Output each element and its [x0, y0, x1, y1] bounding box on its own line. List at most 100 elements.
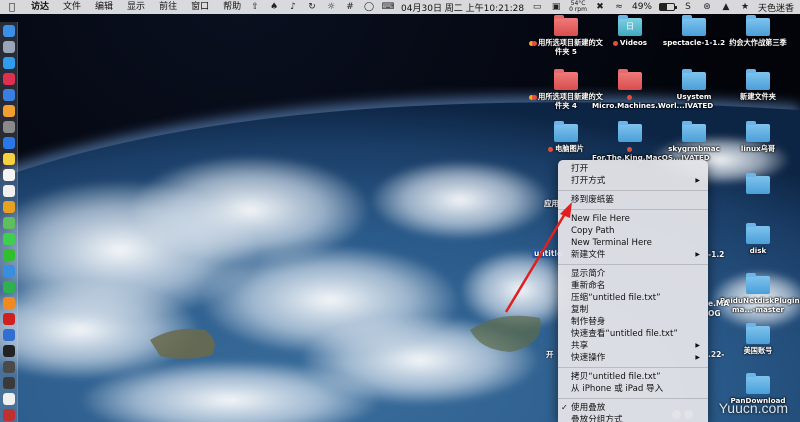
partial-v12-label[interactable]: -1.2 — [708, 250, 724, 259]
dock-chrome-icon[interactable] — [2, 201, 15, 213]
bluetooth-icon[interactable]: ⊛ — [701, 2, 713, 12]
dock-calendar-icon[interactable] — [2, 169, 15, 181]
dock-safari-icon[interactable] — [2, 57, 15, 69]
menu-app-name[interactable]: 访达 — [24, 0, 56, 14]
desktop-item[interactable]: linux乌哥 — [720, 121, 796, 154]
context-menu-item-label: 叠放分组方式 — [571, 415, 623, 422]
context-menu-item[interactable]: 新建文件 ▶ — [558, 249, 708, 261]
partial-og-label[interactable]: OG — [708, 309, 721, 318]
dock-reminders-icon[interactable] — [2, 185, 15, 197]
sun-icon[interactable]: ☼ — [325, 2, 337, 12]
dock-numbers-icon[interactable] — [2, 281, 15, 293]
menu-view[interactable]: 显示 — [120, 0, 152, 14]
context-menu-item[interactable]: 快速操作 ▶ — [558, 352, 708, 364]
context-menu-item[interactable]: New File Here — [558, 213, 708, 225]
context-menu-item[interactable]: ✓ 使用叠放 — [558, 402, 708, 414]
context-menu-item[interactable]: New Terminal Here — [558, 237, 708, 249]
submenu-arrow-icon: ▶ — [695, 251, 700, 258]
desktop-item-text: Micro.Machines.Worl...IVATED — [592, 100, 714, 110]
context-menu-item[interactable]: 复制 — [558, 304, 708, 316]
x-icon[interactable]: ✖ — [594, 2, 606, 12]
dock-finder-icon[interactable] — [2, 25, 15, 37]
desktop-item-label: disk — [720, 246, 796, 256]
sync-icon[interactable]: ↻ — [306, 2, 318, 12]
tag-dots-icon — [529, 40, 538, 46]
context-menu-item[interactable]: 显示简介 — [558, 268, 708, 280]
desktop-item[interactable]: BaiduNetdiskPlugin-ma...-master — [720, 273, 800, 314]
folder-glyph: 日 — [626, 22, 634, 31]
context-menu-item-label: 打开 — [571, 164, 589, 174]
dock-messages-icon[interactable] — [2, 233, 15, 245]
context-menu-item[interactable]: 移到废纸篓 — [558, 194, 708, 206]
partial-ma-label[interactable]: e.MA — [708, 299, 729, 308]
context-menu-item[interactable]: 重新命名 — [558, 280, 708, 292]
partial-app-label[interactable]: 应用 — [544, 198, 559, 209]
dock-music-icon[interactable] — [2, 73, 15, 85]
partial-v22-label[interactable]: .22- — [708, 350, 724, 359]
partial-open-label[interactable]: 开 — [546, 349, 554, 360]
context-menu-item[interactable]: 拷贝“untitled file.txt” — [558, 371, 708, 383]
dock-netease-icon[interactable] — [2, 313, 15, 325]
music-icon[interactable]: ♪ — [287, 2, 299, 12]
dock-photos-icon[interactable] — [2, 105, 15, 117]
folder-icon: 日 — [618, 15, 642, 36]
dock-launchpad-icon[interactable] — [2, 41, 15, 53]
star-icon[interactable]: ★ — [739, 2, 751, 12]
dock-xcode-icon[interactable] — [2, 329, 15, 341]
menu-edit[interactable]: 编辑 — [88, 0, 120, 14]
user-name[interactable]: 天色迷香 — [758, 1, 794, 14]
desktop-item[interactable]: disk — [720, 223, 796, 256]
dock-youku-icon[interactable] — [2, 393, 15, 405]
dock-qq-icon[interactable] — [2, 265, 15, 277]
box-icon[interactable]: ▣ — [550, 2, 562, 12]
context-menu-item[interactable]: 压缩“untitled file.txt” — [558, 292, 708, 304]
desktop-item[interactable]: 约会大作战第三季 — [720, 15, 796, 48]
temperature-readout[interactable]: 54°C 0 rpm — [569, 1, 587, 13]
menu-go[interactable]: 前往 — [152, 0, 184, 14]
airplay-icon[interactable]: ▲ — [720, 2, 732, 12]
menu-window[interactable]: 窗口 — [184, 0, 216, 14]
desktop-item[interactable]: 美国账号 — [720, 323, 796, 356]
dock-mail-icon[interactable] — [2, 89, 15, 101]
desktop-item-text: Usystem — [676, 92, 712, 101]
checkmark-icon: ✓ — [561, 403, 568, 412]
datetime[interactable]: 04月30日 周二 上午10:21:28 — [401, 1, 524, 14]
apple-menu-icon[interactable]:  — [0, 2, 24, 13]
context-menu-item[interactable]: 制作替身 — [558, 316, 708, 328]
context-menu-item[interactable]: 快速查看“untitled file.txt” — [558, 328, 708, 340]
dock-settings-icon[interactable] — [2, 121, 15, 133]
context-menu-item[interactable]: 叠放分组方式 — [558, 414, 708, 422]
battery-icon[interactable] — [658, 3, 677, 11]
dock-terminal-icon[interactable] — [2, 345, 15, 357]
context-menu-item[interactable]: 打开方式 ▶ — [558, 175, 708, 187]
upload-icon[interactable]: ⇧ — [249, 2, 261, 12]
dock-notes-icon[interactable] — [2, 153, 15, 165]
menu-file[interactable]: 文件 — [56, 0, 88, 14]
dock-wechat-icon[interactable] — [2, 249, 15, 261]
context-menu-item[interactable]: 打开 — [558, 163, 708, 175]
display-icon[interactable]: ▭ — [531, 2, 543, 12]
context-menu-item-label: 制作替身 — [571, 317, 606, 327]
desktop-item[interactable] — [720, 173, 796, 197]
folder-icon — [682, 121, 706, 142]
dock-video-icon[interactable] — [2, 377, 15, 389]
bell-icon[interactable]: ♠ — [268, 2, 280, 12]
dock-maps-icon[interactable] — [2, 217, 15, 229]
hash-icon[interactable]: # — [344, 2, 356, 12]
menu-help[interactable]: 帮助 — [216, 0, 248, 14]
desktop-item[interactable]: 新建文件夹 — [720, 69, 796, 102]
keyboard-icon[interactable]: ⌨ — [382, 2, 395, 12]
context-menu-item[interactable]: 共享 ▶ — [558, 340, 708, 352]
app-s-icon[interactable]: S — [682, 2, 694, 12]
dock-pages-icon[interactable] — [2, 297, 15, 309]
globe-icon[interactable]: ◯ — [363, 2, 375, 12]
desktop-item-text: linux乌哥 — [740, 144, 776, 153]
dock-activity-icon[interactable] — [2, 361, 15, 373]
dock-trash-icon[interactable] — [2, 409, 15, 421]
folder-icon — [554, 121, 578, 142]
battery-percent[interactable]: 49% — [632, 2, 652, 12]
wifi-icon[interactable]: ≈ — [613, 2, 625, 12]
context-menu-item[interactable]: Copy Path — [558, 225, 708, 237]
context-menu-item[interactable]: 从 iPhone 或 iPad 导入 — [558, 383, 708, 395]
dock-appstore-icon[interactable] — [2, 137, 15, 149]
